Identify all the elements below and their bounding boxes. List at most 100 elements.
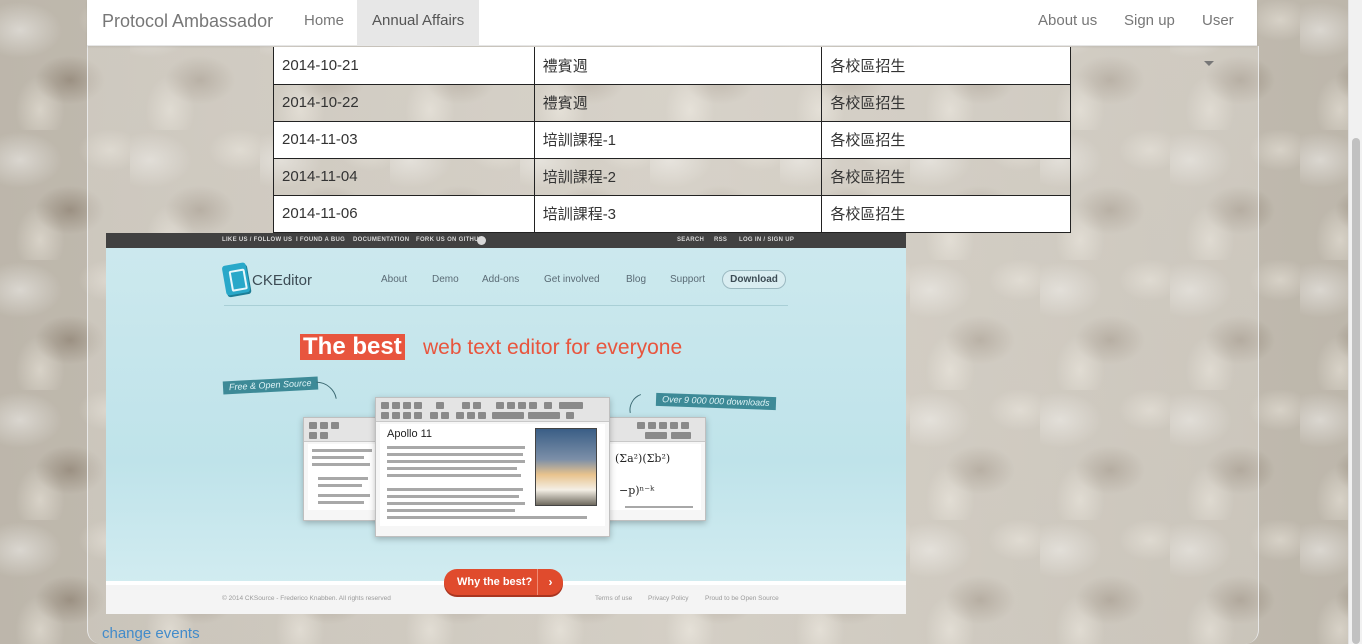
- banner-nav-item: Get involved: [544, 274, 600, 285]
- banner-footer-link: Proud to be Open Source: [705, 595, 779, 602]
- text-line: [387, 516, 587, 519]
- text-line: [387, 467, 517, 470]
- source-button-icon: [559, 402, 583, 409]
- editor-toolbar: [605, 418, 705, 442]
- event-date: 2014-11-04: [273, 158, 535, 196]
- event-date: 2014-11-03: [273, 121, 535, 159]
- event-note: 各校區招生: [821, 121, 1071, 159]
- event-name: 培訓課程-2: [533, 158, 823, 196]
- event-date: 2014-10-22: [273, 84, 535, 122]
- toolbar-button-icon: [681, 422, 689, 429]
- banner-headline: web text editor for everyone: [423, 336, 683, 359]
- banner-topbar-link: FORK US ON GITHUB: [416, 237, 484, 243]
- banner-copyright: © 2014 CKSource - Frederico Knabben. All…: [222, 595, 391, 602]
- table-row: 2014-11-04 培訓課程-2 各校區招生: [273, 158, 1071, 196]
- toolbar-button-icon: [670, 422, 678, 429]
- nav-home[interactable]: Home: [289, 0, 359, 46]
- editor-content: Apollo 11: [380, 424, 605, 526]
- toolbar-button-icon: [473, 402, 481, 409]
- text-line: [312, 456, 364, 459]
- event-name: 禮賓週: [533, 84, 823, 122]
- chevron-right-icon: ›: [537, 569, 563, 595]
- math-formula-icon: −p)ⁿ⁻ᵏ: [619, 484, 655, 497]
- nav-user-label: User: [1202, 12, 1234, 29]
- text-line: [625, 506, 693, 508]
- banner-topbar-link: LIKE US / FOLLOW US: [222, 237, 293, 243]
- italic-icon: [392, 412, 400, 419]
- banner-nav-item: Add-ons: [482, 274, 520, 285]
- event-note: 各校區招生: [821, 47, 1071, 85]
- banner-download-pill: Download: [722, 270, 786, 289]
- strike-icon: [403, 412, 411, 419]
- scrollbar-thumb[interactable]: [1352, 138, 1360, 644]
- nav-annual-affairs[interactable]: Annual Affairs: [357, 0, 480, 46]
- event-name: 培訓課程-3: [533, 195, 823, 233]
- banner-topbar: LIKE US / FOLLOW US I FOUND A BUG DOCUME…: [106, 233, 906, 248]
- banner-footer-link: Privacy Policy: [648, 595, 689, 602]
- text-line: [318, 494, 370, 497]
- text-line: [318, 484, 362, 487]
- toolbar-button-icon: [309, 432, 317, 439]
- toolbar-button-icon: [659, 422, 667, 429]
- banner-topbar-link: RSS: [714, 237, 728, 243]
- banner-topbar-link: SEARCH: [677, 237, 705, 243]
- toolbar-button-icon: [436, 402, 444, 409]
- event-note: 各校區招生: [821, 195, 1071, 233]
- event-name: 禮賓週: [533, 47, 823, 85]
- table-row: 2014-11-03 培訓課程-1 各校區招生: [273, 121, 1071, 159]
- toolbar-button-icon: [320, 432, 328, 439]
- text-line: [312, 463, 370, 466]
- change-events-link[interactable]: change events: [102, 625, 200, 642]
- banner-topbar-link: I FOUND A BUG: [296, 237, 346, 243]
- bold-icon: [381, 412, 389, 419]
- text-line: [387, 488, 523, 491]
- editor-title: Apollo 11: [387, 428, 433, 440]
- text-line: [387, 509, 515, 512]
- nav-about-us[interactable]: About us: [1023, 0, 1112, 46]
- text-line: [387, 460, 525, 463]
- event-date: 2014-10-21: [273, 47, 535, 85]
- brand-link[interactable]: Protocol Ambassador: [102, 0, 273, 46]
- banner-footer-link: Terms of use: [595, 595, 633, 602]
- editor-preview-center: Apollo 11: [375, 397, 610, 537]
- toolbar-button-icon: [637, 422, 645, 429]
- nav-sign-up[interactable]: Sign up: [1109, 0, 1190, 46]
- toolbar-dropdown-icon: [671, 432, 691, 439]
- scrollbar[interactable]: [1348, 0, 1362, 644]
- text-line: [387, 495, 519, 498]
- events-table: 2014-10-21 禮賓週 各校區招生 2014-10-22 禮賓週 各校區招…: [273, 47, 1071, 233]
- quote-icon: [478, 412, 486, 419]
- banner-nav-item: Blog: [626, 274, 647, 285]
- text-line: [387, 446, 525, 449]
- editor-toolbar: [304, 418, 382, 442]
- navbar: Protocol Ambassador Home Annual Affairs …: [87, 0, 1257, 66]
- editor-preview-right: (Σa²)(Σb²) −p)ⁿ⁻ᵏ: [604, 417, 706, 521]
- banner-logo-text: CKEditor: [252, 272, 313, 289]
- toolbar-button-icon: [392, 402, 400, 409]
- editor-toolbar: [376, 398, 609, 422]
- list-icon: [441, 412, 449, 419]
- banner-topbar-link: LOG IN / SIGN UP: [739, 237, 795, 243]
- toolbar-button-icon: [507, 402, 515, 409]
- cta-label: Why the best?: [457, 576, 533, 588]
- toolbar-button-icon: [462, 402, 470, 409]
- editor-content: (Σa²)(Σb²) −p)ⁿ⁻ᵏ: [609, 444, 701, 510]
- toolbar-button-icon: [414, 402, 422, 409]
- list-icon: [430, 412, 438, 419]
- nav-user-dropdown[interactable]: User: [1187, 0, 1257, 66]
- banner-nav-item: Support: [670, 274, 706, 285]
- banner-divider: [224, 305, 788, 306]
- text-line: [387, 474, 521, 477]
- table-row: 2014-10-22 禮賓週 各校區招生: [273, 84, 1071, 122]
- banner-nav-item: Demo: [432, 274, 459, 285]
- outdent-icon: [467, 412, 475, 419]
- rocket-launch-image: [535, 428, 597, 506]
- toolbar-button-icon: [381, 402, 389, 409]
- ckeditor-logo-icon: [221, 262, 251, 296]
- toolbar-button-icon: [320, 422, 328, 429]
- caret-down-icon: [1204, 60, 1214, 66]
- text-line: [387, 502, 525, 505]
- ckeditor-banner-image[interactable]: LIKE US / FOLLOW US I FOUND A BUG DOCUME…: [106, 233, 906, 614]
- banner-tag-downloads: Over 9 000 000 downloads: [655, 392, 776, 411]
- banner-topbar-link: DOCUMENTATION: [353, 237, 410, 243]
